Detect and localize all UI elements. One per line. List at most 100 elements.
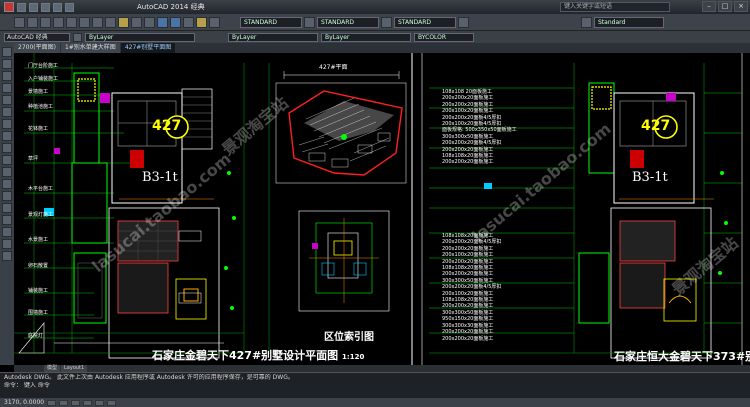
undo-icon[interactable] (131, 16, 142, 28)
search-input[interactable]: 键入关键字或短语 (560, 2, 670, 12)
tab-plan[interactable]: 2700(平面图) (14, 43, 60, 53)
spec-line: 面板规格: 500x350x50面板施工 (442, 127, 517, 134)
command-prompt[interactable]: 命令： 键入 命令 (4, 382, 746, 390)
new-icon[interactable] (14, 16, 25, 28)
open-file-icon[interactable] (29, 2, 38, 12)
ortho-toggle[interactable] (71, 399, 81, 406)
preview-icon[interactable] (66, 16, 77, 28)
right-plan-title: 石家庄恒大金碧天下373#别墅 (614, 350, 750, 363)
annotation-label: 草坪 (28, 156, 39, 163)
line-icon[interactable] (2, 47, 12, 57)
annotation-label: 水景施工 (28, 237, 49, 244)
design-center-icon[interactable] (196, 16, 207, 28)
tool-palette-icon[interactable] (209, 16, 220, 28)
spec-line: 200x200x20面板施工 (442, 303, 494, 310)
draw-toolbar (0, 43, 14, 365)
lineweight-combo[interactable]: ByLayer (321, 32, 411, 42)
annotation-label: 铺装施工 (28, 288, 49, 295)
add-selected-icon[interactable] (2, 251, 12, 261)
window-title: AutoCAD 2014 经典 (137, 3, 205, 11)
cut-icon[interactable] (79, 16, 90, 28)
insert-block-icon[interactable] (2, 155, 12, 165)
left-plan-title: 石家庄金碧天下427#别墅设计平面图 1:120 (152, 347, 364, 363)
polyline-icon[interactable] (2, 59, 12, 69)
layout-tabs: 模型 Layout1 (14, 365, 750, 372)
text-style-combo[interactable]: STANDARD (240, 16, 302, 28)
linetype-combo[interactable]: ByLayer (228, 32, 318, 42)
open-icon[interactable] (27, 16, 38, 28)
spline-icon[interactable] (2, 131, 12, 141)
dim-style-icon[interactable] (304, 16, 315, 28)
new-file-icon[interactable] (17, 2, 26, 12)
tab-detail[interactable]: 1#别水单建大样图 (60, 43, 120, 53)
house-number-left: 427 (152, 118, 182, 134)
arc-icon[interactable] (2, 95, 12, 105)
dim-style-combo[interactable]: STANDARD (317, 16, 379, 28)
polygon-icon[interactable] (2, 71, 12, 81)
annotation-label: 庭院灯 (28, 332, 44, 339)
mtext-icon[interactable] (2, 239, 12, 249)
ellipse-icon[interactable] (2, 143, 12, 153)
drawing-canvas[interactable]: 门厅台阶施工 入户铺装施工 景墙施工 种植池施工 花钵施工 草坪 木平台施工 景… (14, 53, 750, 365)
layer-manager-icon[interactable] (73, 32, 82, 42)
layers-toolbar: AutoCAD 经典 ByLayer ByLayer ByLayer BYCOL… (0, 31, 750, 43)
layer-combo[interactable]: ByLayer (85, 32, 195, 42)
polar-toggle[interactable] (83, 399, 93, 406)
table-style-icon[interactable] (381, 16, 392, 28)
tab-model[interactable]: 模型 (44, 365, 61, 372)
spec-line: 200x100x20面板施工 (442, 252, 494, 259)
hatch-icon[interactable] (2, 191, 12, 201)
annotation-label: 种植池施工 (28, 104, 54, 111)
circle-icon[interactable] (2, 107, 12, 117)
osnap-toggle[interactable] (95, 399, 105, 406)
plot-style-combo[interactable]: BYCOLOR (414, 32, 474, 42)
redo-icon[interactable] (65, 2, 74, 12)
command-line[interactable]: Autodesk DWG。 此文件上次由 Autodesk 应用程序或 Auto… (0, 372, 750, 398)
copy-icon[interactable] (92, 16, 103, 28)
properties-icon[interactable] (183, 16, 194, 28)
spec-line: 950x150x20面板施工 (442, 316, 494, 323)
undo-icon[interactable] (53, 2, 62, 12)
tab-layout1[interactable]: Layout1 (61, 365, 88, 372)
mleader-style-combo[interactable]: Standard (594, 16, 664, 28)
revcloud-icon[interactable] (2, 119, 12, 129)
redo-icon[interactable] (144, 16, 155, 28)
app-menu-icon[interactable] (4, 2, 14, 12)
workspace-combo[interactable]: AutoCAD 经典 (4, 32, 70, 42)
make-block-icon[interactable] (2, 167, 12, 177)
grid-toggle[interactable] (59, 399, 69, 406)
zoom-icon[interactable] (170, 16, 181, 28)
status-bar: 3170, 0.0000 (0, 398, 750, 407)
site-dimension: 427#平面 (319, 64, 348, 71)
paste-icon[interactable] (105, 16, 116, 28)
mleader-style-icon[interactable] (458, 16, 469, 28)
print-icon[interactable] (53, 16, 64, 28)
close-icon[interactable]: × (734, 1, 748, 12)
minimize-icon[interactable]: – (702, 1, 716, 12)
workspace-icon[interactable] (581, 16, 592, 28)
autocad-window: AutoCAD 2014 经典 键入关键字或短语 – □ × STANDARD … (0, 0, 750, 407)
point-icon[interactable] (2, 179, 12, 189)
save-icon[interactable] (40, 16, 51, 28)
match-properties-icon[interactable] (118, 16, 129, 28)
rectangle-icon[interactable] (2, 83, 12, 93)
table-icon[interactable] (2, 227, 12, 237)
annotation-label: 景墙施工 (28, 88, 49, 95)
annotation-label: 花钵施工 (28, 125, 49, 132)
gradient-icon[interactable] (2, 203, 12, 213)
snap-toggle[interactable] (47, 399, 57, 406)
annotation-label: 门厅台阶施工 (28, 63, 59, 69)
pan-icon[interactable] (157, 16, 168, 28)
region-icon[interactable] (2, 215, 12, 225)
maximize-icon[interactable]: □ (718, 1, 732, 12)
table-style-combo[interactable]: STANDARD (394, 16, 456, 28)
tab-427-plan[interactable]: 427#别墅平面图 (120, 43, 176, 53)
cad-drawing (14, 53, 743, 365)
otrack-toggle[interactable] (107, 399, 117, 406)
title-bar: AutoCAD 2014 经典 键入关键字或短语 – □ × (0, 0, 750, 14)
annotation-label: 卵石散置 (28, 262, 49, 269)
command-history-line: Autodesk DWG。 此文件上次由 Autodesk 应用程序或 Auto… (4, 374, 294, 381)
save-icon[interactable] (41, 2, 50, 12)
standard-toolbar: STANDARD STANDARD STANDARD Standard (0, 14, 750, 31)
type-label-left: B3-1t (142, 170, 178, 185)
